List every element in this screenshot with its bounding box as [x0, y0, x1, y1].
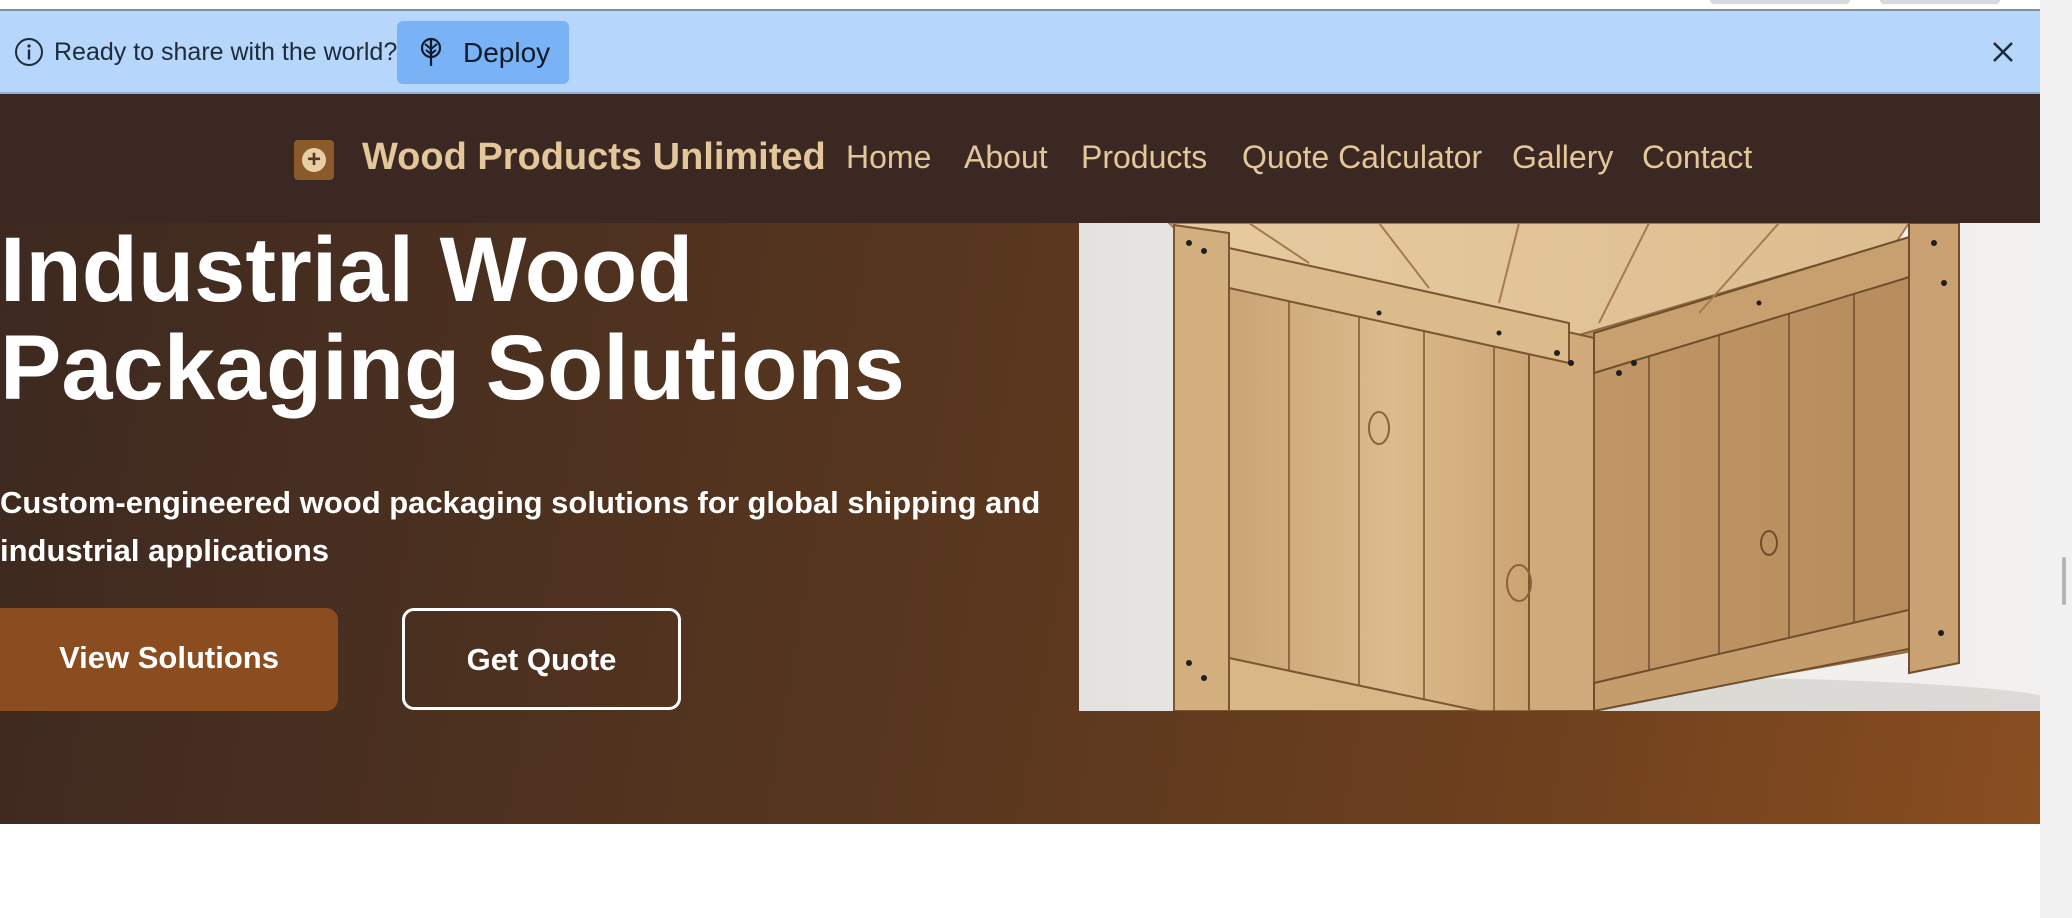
view-solutions-button[interactable]: View Solutions — [0, 608, 338, 711]
info-icon — [15, 38, 43, 66]
nav-link-products[interactable]: Products — [1081, 139, 1207, 176]
brand-name[interactable]: Wood Products Unlimited — [362, 136, 826, 179]
nav-link-contact[interactable]: Contact — [1642, 139, 1752, 176]
close-icon[interactable] — [1990, 39, 2016, 65]
hero-title: Industrial Wood Packaging Solutions — [0, 221, 1060, 417]
hero-subtitle: Custom-engineered wood packaging solutio… — [0, 479, 1060, 575]
site-navbar: + Wood Products Unlimited Home About Pro… — [0, 94, 2040, 223]
deploy-button-label: Deploy — [463, 37, 551, 68]
plus-circle-icon: + — [302, 148, 326, 172]
hero-section: Industrial Wood Packaging Solutions Cust… — [0, 221, 2040, 824]
nav-link-about[interactable]: About — [964, 139, 1048, 176]
hero-title-line-1: Industrial Wood — [0, 219, 694, 321]
browser-tab-edge[interactable] — [1880, 0, 2000, 4]
get-quote-button[interactable]: Get Quote — [402, 608, 681, 710]
logo[interactable]: + — [294, 140, 334, 180]
deploy-banner-message: Ready to share with the world? — [54, 38, 398, 66]
deploy-banner: Ready to share with the world? Deploy — [0, 11, 2040, 94]
page-scrollbar[interactable] — [2040, 0, 2072, 918]
nav-link-quote-calculator[interactable]: Quote Calculator — [1242, 139, 1482, 176]
hero-crate-image — [1079, 223, 2040, 711]
wooden-crate-illustration — [1167, 223, 2040, 711]
hero-subtitle-line-2: industrial applications — [0, 533, 329, 568]
nav-link-home[interactable]: Home — [846, 139, 931, 176]
scrollbar-thumb[interactable] — [2062, 557, 2066, 605]
hero-title-line-2: Packaging Solutions — [0, 317, 905, 419]
nav-link-gallery[interactable]: Gallery — [1512, 139, 1613, 176]
hero-subtitle-line-1: Custom-engineered wood packaging solutio… — [0, 485, 1041, 520]
browser-top-strip — [0, 0, 2072, 11]
browser-tab-edge[interactable] — [1710, 0, 1850, 4]
tree-icon — [420, 37, 442, 66]
deploy-button[interactable]: Deploy — [397, 21, 569, 84]
